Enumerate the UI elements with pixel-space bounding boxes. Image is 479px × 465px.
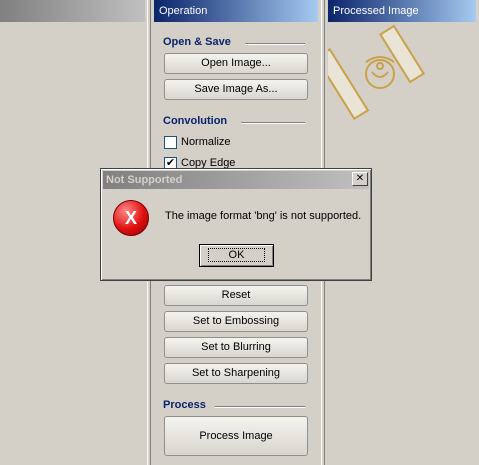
process-divider: [215, 406, 305, 408]
ok-button[interactable]: OK: [199, 244, 274, 267]
convolution-divider: [241, 122, 305, 124]
convolution-section-label: Convolution: [163, 115, 228, 127]
set-embossing-button[interactable]: Set to Embossing: [164, 311, 308, 332]
operation-header: Operation: [154, 0, 318, 22]
source-image-header: [0, 0, 145, 22]
convolution-section-title: Convolution: [163, 115, 309, 127]
processed-image-thumbnail: [328, 24, 426, 121]
error-icon: X: [113, 200, 149, 236]
normalize-checkbox[interactable]: [164, 136, 177, 149]
close-icon[interactable]: ✕: [352, 172, 368, 186]
open-save-section-title: Open & Save: [163, 36, 309, 48]
open-save-section-label: Open & Save: [163, 36, 231, 48]
normalize-label: Normalize: [181, 136, 231, 148]
open-image-button[interactable]: Open Image...: [164, 53, 308, 74]
reset-button[interactable]: Reset: [164, 285, 308, 306]
dialog-title: Not Supported: [103, 171, 369, 189]
processed-image-header: Processed Image: [328, 0, 476, 22]
process-section-label: Process: [163, 399, 206, 411]
set-blurring-button[interactable]: Set to Blurring: [164, 337, 308, 358]
process-image-button[interactable]: Process Image: [164, 416, 308, 456]
ok-button-label: OK: [207, 248, 266, 262]
not-supported-dialog: Not Supported ✕ X The image format 'bng'…: [100, 168, 372, 281]
set-sharpening-button[interactable]: Set to Sharpening: [164, 363, 308, 384]
dialog-message: The image format 'bng' is not supported.: [165, 210, 362, 222]
open-save-divider: [245, 43, 305, 45]
process-section-title: Process: [163, 399, 309, 411]
save-image-as-button[interactable]: Save Image As...: [164, 79, 308, 100]
